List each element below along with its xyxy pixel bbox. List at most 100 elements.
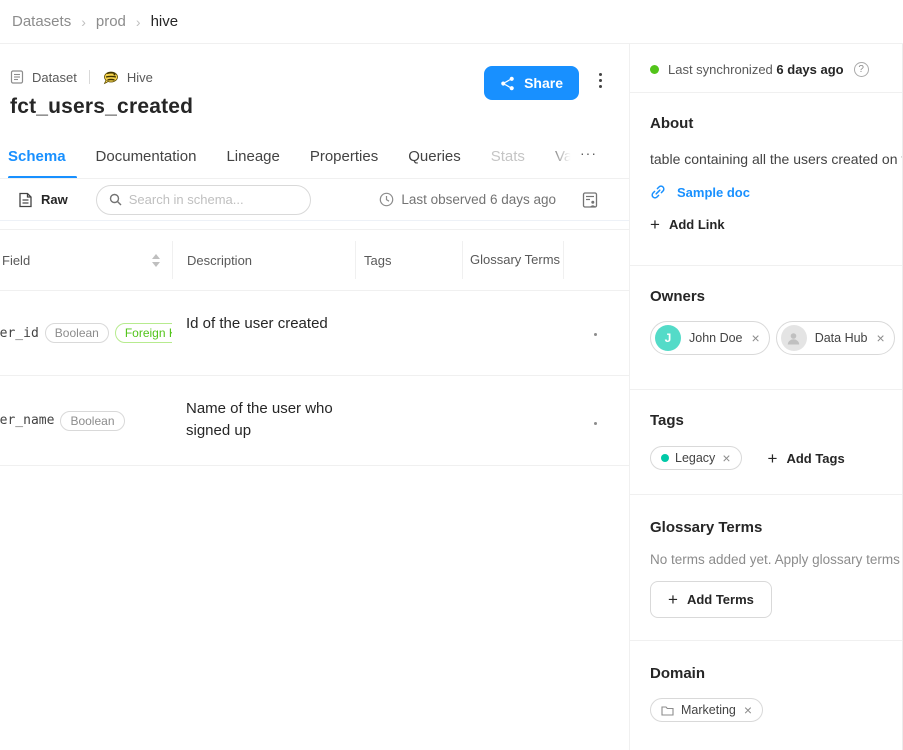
domain-heading: Domain — [650, 665, 902, 682]
domain-pill-marketing[interactable]: Marketing × — [650, 698, 763, 722]
link-icon — [650, 184, 666, 200]
divider — [630, 265, 902, 266]
raw-label: Raw — [41, 192, 68, 207]
row-menu-dot[interactable] — [594, 333, 597, 336]
remove-tag-icon[interactable]: × — [722, 451, 730, 465]
breadcrumb: Datasets › prod › hive — [0, 0, 903, 44]
glossary-empty-text: No terms added yet. Apply glossary terms… — [650, 552, 902, 567]
plus-icon: + — [668, 591, 678, 608]
tags-list: Legacy × + Add Tags — [650, 446, 902, 470]
tabs-overflow-button[interactable]: ··· — [580, 145, 597, 161]
divider — [630, 389, 902, 390]
sort-icon[interactable] — [152, 254, 160, 267]
schema-toolbar: Raw Last observed 6 days ago — [0, 179, 629, 221]
more-options-button[interactable] — [596, 70, 605, 91]
remove-owner-icon[interactable]: × — [752, 331, 760, 345]
row-menu-dot[interactable] — [594, 422, 597, 425]
share-button-label: Share — [524, 75, 563, 91]
schema-history-button[interactable] — [582, 191, 599, 209]
tab-queries[interactable]: Queries — [393, 135, 476, 178]
sample-doc-link[interactable]: Sample doc — [650, 184, 902, 200]
owner-name: John Doe — [689, 331, 743, 345]
clock-icon — [379, 192, 394, 207]
add-terms-label: Add Terms — [687, 592, 754, 607]
breadcrumb-hive[interactable]: hive — [151, 13, 179, 30]
column-header-description: Description — [173, 253, 355, 268]
field-name[interactable]: user_name — [0, 413, 54, 428]
table-row: user_name Boolean Name of the user who s… — [0, 376, 629, 466]
entity-sidebar: Last synchronized 6 days ago ? About tab… — [630, 44, 903, 750]
main-panel: Dataset Hive fct_users_created Share Sch… — [0, 44, 630, 750]
owner-pill-data-hub[interactable]: Data Hub × — [776, 321, 895, 355]
remove-owner-icon[interactable]: × — [877, 331, 885, 345]
platform-label[interactable]: Hive — [127, 70, 153, 85]
last-observed: Last observed 6 days ago — [379, 192, 556, 207]
entity-tabs: Schema Documentation Lineage Properties … — [0, 135, 629, 179]
column-header-field: Field — [0, 253, 172, 268]
raw-file-icon — [18, 192, 33, 208]
search-icon — [109, 193, 122, 206]
foreign-key-badge[interactable]: Foreign Key — [115, 323, 172, 343]
add-link-label: Add Link — [669, 217, 725, 232]
last-observed-label: Last observed 6 days ago — [401, 192, 556, 207]
sync-status-dot — [650, 65, 659, 74]
column-header-tags: Tags — [356, 253, 462, 268]
field-name[interactable]: user_id — [0, 326, 39, 341]
domain-list: Marketing × — [650, 698, 902, 722]
divider — [630, 494, 902, 495]
remove-domain-icon[interactable]: × — [744, 703, 752, 717]
owner-name: Data Hub — [815, 331, 868, 345]
breadcrumb-datasets[interactable]: Datasets — [12, 13, 71, 30]
tab-lineage[interactable]: Lineage — [211, 135, 294, 178]
glossary-terms-heading: Glossary Terms — [650, 519, 902, 536]
tab-documentation[interactable]: Documentation — [81, 135, 212, 178]
tab-properties[interactable]: Properties — [295, 135, 393, 178]
last-synchronized: Last synchronized 6 days ago ? — [650, 62, 902, 77]
raw-toggle-button[interactable]: Raw — [18, 192, 68, 208]
column-header-glossary-terms: Glossary Terms — [463, 251, 563, 270]
tab-schema[interactable]: Schema — [8, 135, 81, 178]
domain-name: Marketing — [681, 703, 736, 717]
about-heading: About — [650, 115, 902, 132]
tag-color-dot — [661, 454, 669, 462]
description-cell[interactable]: Id of the user created — [172, 291, 354, 375]
field-cell: user_id Boolean Foreign Key — [0, 291, 172, 375]
share-icon — [500, 76, 515, 91]
add-terms-button[interactable]: + Add Terms — [650, 581, 772, 618]
breadcrumb-prod[interactable]: prod — [96, 13, 126, 30]
description-cell[interactable]: Name of the user who signed up — [172, 376, 354, 465]
schema-search — [96, 185, 311, 215]
avatar: J — [655, 325, 681, 351]
table-header: Field Description Tags Glossary Terms — [0, 229, 629, 291]
schema-search-input[interactable] — [129, 192, 305, 207]
entity-header: Dataset Hive fct_users_created Share — [0, 44, 629, 119]
share-button[interactable]: Share — [484, 66, 579, 100]
dataset-icon — [10, 70, 24, 84]
tag-pill-legacy[interactable]: Legacy × — [650, 446, 742, 470]
hive-platform-icon — [102, 70, 119, 85]
divider — [630, 92, 902, 93]
tab-validation[interactable]: Validation — [540, 135, 575, 178]
add-tags-button[interactable]: + Add Tags — [768, 450, 845, 467]
help-icon[interactable]: ? — [854, 62, 869, 77]
table-row: user_id Boolean Foreign Key Id of the us… — [0, 291, 629, 376]
plus-icon: + — [650, 216, 660, 233]
column-divider — [563, 241, 564, 279]
tag-name: Legacy — [675, 451, 715, 465]
schema-table: Field Description Tags Glossary Terms us… — [0, 229, 629, 466]
divider — [630, 640, 902, 641]
owners-list: J John Doe × Data Hub × + Add Owners — [650, 321, 902, 355]
type-badge: Boolean — [60, 411, 124, 431]
owner-pill-john-doe[interactable]: J John Doe × — [650, 321, 770, 355]
sync-value: 6 days ago — [776, 62, 843, 77]
tab-strip: Schema Documentation Lineage Properties … — [0, 135, 575, 178]
tab-stats[interactable]: Stats — [476, 135, 540, 178]
add-tags-label: Add Tags — [786, 451, 844, 466]
plus-icon: + — [768, 450, 778, 467]
add-link-button[interactable]: + Add Link — [650, 216, 902, 233]
entity-type-label: Dataset — [32, 70, 77, 85]
about-description[interactable]: table containing all the users created o… — [650, 151, 902, 167]
divider — [89, 70, 90, 84]
chevron-right-icon: › — [81, 14, 86, 30]
tags-heading: Tags — [650, 412, 902, 429]
